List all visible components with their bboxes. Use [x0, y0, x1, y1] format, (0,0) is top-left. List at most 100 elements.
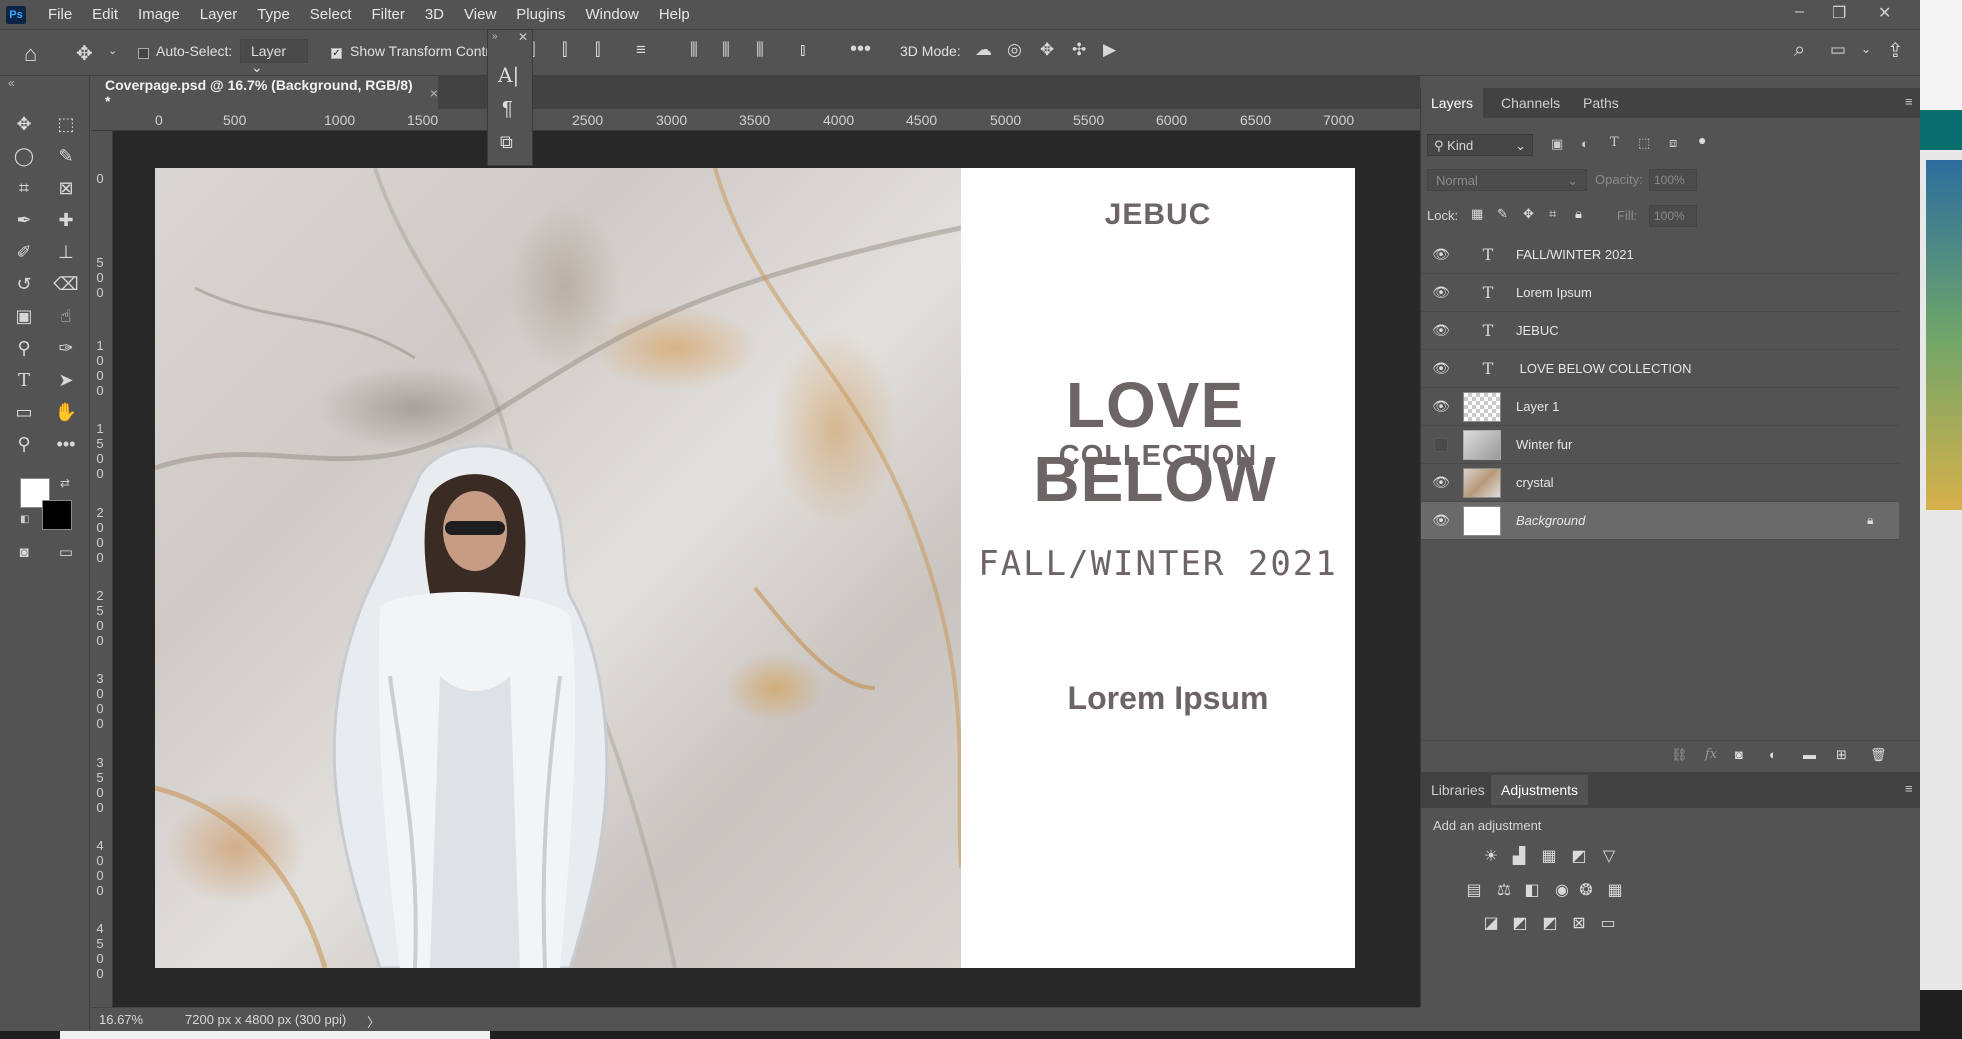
black-white-icon[interactable]: ◧ [1521, 880, 1543, 900]
gradient-map-icon[interactable]: ▭ [1597, 913, 1619, 933]
swap-colors-icon[interactable]: ⇄ [60, 476, 70, 490]
tab-channels[interactable]: Channels [1491, 88, 1570, 118]
type-tool[interactable]: T [9, 366, 39, 394]
layer-row-selected[interactable]: 👁︎ Background 🔒︎ [1421, 502, 1899, 540]
path-select-tool[interactable]: ➤ [51, 366, 81, 394]
screen-mode-icon[interactable]: ▭ [51, 538, 81, 566]
layer-row[interactable]: 👁︎ crystal [1421, 464, 1899, 502]
crop-tool[interactable]: ⌗ [9, 174, 39, 202]
default-colors-icon[interactable]: ◧ [20, 514, 29, 525]
filter-toggle-icon[interactable]: ● [1698, 132, 1706, 148]
canvas-area[interactable]: JEBUC LOVE BELOW COLLECTION FALL/WINTER … [113, 131, 1420, 1007]
menu-file[interactable]: File [38, 0, 82, 29]
threshold-icon[interactable]: ◩ [1539, 913, 1561, 933]
color-lookup-icon[interactable]: ▦ [1604, 880, 1626, 900]
history-brush-tool[interactable]: ↺ [9, 270, 39, 298]
auto-select-checkbox[interactable] [138, 48, 149, 59]
distribute-v-icon[interactable]: ≡ [636, 40, 646, 60]
delete-layer-icon[interactable]: 🗑︎ [1870, 747, 1887, 763]
visibility-eye-icon[interactable]: 👁︎ [1431, 398, 1451, 415]
menu-3d[interactable]: 3D [415, 0, 454, 29]
smudge-tool[interactable]: ☝ [51, 302, 81, 330]
fill-field[interactable]: 100% [1649, 205, 1697, 227]
move-tool[interactable]: ✥ [9, 110, 39, 138]
close-document-icon[interactable]: × [430, 85, 438, 101]
zoom-level[interactable]: 16.67% [99, 1012, 143, 1027]
adjustments-menu-icon[interactable]: ≡ [1905, 781, 1913, 796]
paragraph-panel-icon[interactable]: ¶ [502, 98, 513, 121]
add-mask-icon[interactable]: ◙ [1735, 747, 1743, 762]
tab-adjustments[interactable]: Adjustments [1491, 775, 1589, 805]
new-group-icon[interactable]: ▬ [1803, 747, 1816, 762]
restore-button[interactable]: ❐ [1832, 3, 1846, 23]
tab-libraries[interactable]: Libraries [1421, 775, 1495, 805]
visibility-eye-icon[interactable]: 👁︎ [1431, 474, 1451, 491]
layer-row[interactable]: Winter fur [1421, 426, 1899, 464]
brightness-icon[interactable]: ☀ [1480, 846, 1502, 866]
camera-3d-icon[interactable]: ▶ [1103, 40, 1116, 60]
eyedropper-tool[interactable]: ✒ [9, 206, 39, 234]
character-panel-icon[interactable]: A| [498, 63, 519, 87]
tab-layers[interactable]: Layers [1421, 88, 1484, 118]
zoom-tool[interactable]: ⚲ [9, 430, 39, 458]
pen-tool[interactable]: ✑ [51, 334, 81, 362]
menu-select[interactable]: Select [300, 0, 362, 29]
exposure-icon[interactable]: ◩ [1568, 846, 1590, 866]
menu-plugins[interactable]: Plugins [506, 0, 575, 29]
background-color-swatch[interactable] [42, 500, 72, 530]
photo-filter-icon[interactable]: ◉ [1551, 880, 1573, 900]
align-right-icon[interactable]: ⫿ [595, 40, 600, 60]
rectangle-tool[interactable]: ▭ [9, 398, 39, 426]
layer-row[interactable]: 👁︎ T LOVE BELOW COLLECTION [1421, 350, 1899, 388]
lock-transparent-icon[interactable]: ▦ [1471, 206, 1483, 222]
menu-type[interactable]: Type [247, 0, 300, 29]
opacity-field[interactable]: 100% [1649, 169, 1697, 191]
menu-filter[interactable]: Filter [362, 0, 415, 29]
slide-3d-icon[interactable]: ✣ [1072, 40, 1086, 60]
search-icon[interactable]: ⌕ [1794, 39, 1805, 62]
visibility-off-box[interactable] [1434, 437, 1448, 452]
marquee-tool[interactable]: ⬚ [51, 110, 81, 138]
lock-image-icon[interactable]: ✎ [1497, 206, 1508, 222]
layer-style-icon[interactable]: fx [1705, 747, 1717, 762]
lasso-tool[interactable]: ◯ [9, 142, 39, 170]
filter-adjustment-icon[interactable]: ◐ [1581, 136, 1589, 151]
home-icon[interactable]: ⌂ [24, 41, 37, 67]
tab-paths[interactable]: Paths [1573, 88, 1629, 118]
levels-icon[interactable]: ▟ [1508, 846, 1530, 866]
menu-image[interactable]: Image [128, 0, 190, 29]
workspace-icon[interactable]: ▭ [1830, 40, 1846, 60]
panel-menu-icon[interactable]: ≡ [1905, 94, 1913, 109]
visibility-eye-icon[interactable]: 👁︎ [1431, 284, 1451, 301]
pan-3d-icon[interactable]: ✥ [1040, 40, 1054, 60]
move-tool-icon[interactable]: ✥ [76, 41, 93, 66]
collapse-toolbar-icon[interactable]: « [8, 76, 15, 90]
quick-mask-icon[interactable]: ◙ [9, 538, 39, 566]
minimize-button[interactable]: – [1795, 3, 1804, 21]
menu-view[interactable]: View [454, 0, 506, 29]
layer-filter-dropdown[interactable]: ⚲ Kind ⌄ [1427, 134, 1533, 156]
share-icon[interactable]: ⇪ [1887, 38, 1904, 63]
quick-select-tool[interactable]: ✎ [51, 142, 81, 170]
channel-mixer-icon[interactable]: ❂ [1575, 880, 1597, 900]
hue-saturation-icon[interactable]: ▤ [1463, 880, 1485, 900]
curves-icon[interactable]: ▦ [1538, 846, 1560, 866]
glyphs-panel-icon[interactable]: ⧉ [500, 132, 513, 153]
close-window-button[interactable]: ✕ [1878, 3, 1891, 23]
layer-row[interactable]: 👁︎ T Lorem Ipsum [1421, 274, 1899, 312]
filter-shape-icon[interactable]: ⬚ [1638, 135, 1650, 151]
gradient-tool[interactable]: ▣ [9, 302, 39, 330]
lock-artboard-icon[interactable]: ⌗ [1549, 206, 1556, 222]
menu-layer[interactable]: Layer [190, 0, 248, 29]
distribute-h-icon[interactable]: ⫾ [800, 40, 805, 60]
posterize-icon[interactable]: ◩ [1509, 913, 1531, 933]
frame-tool[interactable]: ⊠ [51, 174, 81, 202]
auto-select-dropdown[interactable]: Layer ⌄ [240, 39, 308, 75]
filter-type-icon[interactable]: T [1610, 135, 1619, 150]
stamp-tool[interactable]: ⊥ [51, 238, 81, 266]
menu-window[interactable]: Window [575, 0, 648, 29]
more-options-icon[interactable]: ••• [850, 38, 871, 61]
dodge-tool[interactable]: ⚲ [9, 334, 39, 362]
align-top-icon[interactable]: ⫼ [690, 40, 698, 60]
orbit-3d-icon[interactable]: ☁ [975, 40, 992, 60]
